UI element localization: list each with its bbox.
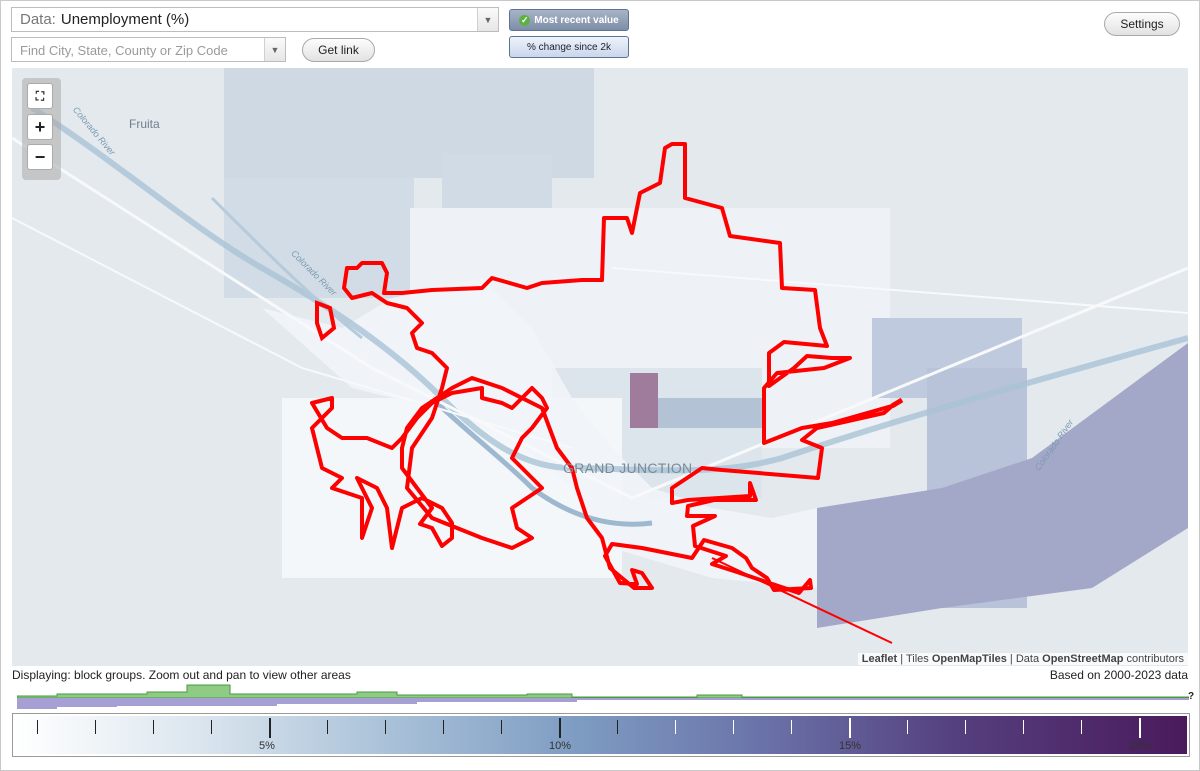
mode-percent-change-button[interactable]: % change since 2k <box>509 36 629 58</box>
distribution-histogram <box>17 684 1189 709</box>
legend-tick <box>37 720 38 734</box>
map-canvas <box>12 68 1188 644</box>
legend-tick <box>501 720 502 734</box>
legend-tick <box>327 720 328 734</box>
legend-tick-label: 10% <box>549 740 572 752</box>
map-view[interactable]: Colorado River Colorado River Colorado R… <box>12 68 1188 666</box>
mode-most-recent-button[interactable]: ✓ Most recent value <box>509 9 629 31</box>
help-icon[interactable]: ? <box>1188 691 1194 702</box>
zoom-out-button[interactable]: − <box>27 144 53 170</box>
zoom-control: ⛶ + − <box>22 78 61 180</box>
chevron-down-icon[interactable]: ▼ <box>477 8 498 31</box>
map-region <box>442 153 552 213</box>
settings-button[interactable]: Settings <box>1104 12 1180 36</box>
legend-tick <box>1023 720 1024 734</box>
color-legend: 5% 10% 15% 20% <box>12 713 1190 757</box>
legend-tick-label: 5% <box>259 740 275 752</box>
legend-major-tick <box>269 718 271 738</box>
boundary-fragment <box>890 397 904 409</box>
legend-tick <box>443 720 444 734</box>
legend-tick-label: 15% <box>839 740 862 752</box>
openstreetmap-link[interactable]: OpenStreetMap <box>1042 653 1123 665</box>
legend-tick <box>385 720 386 734</box>
location-search[interactable]: ▼ <box>11 37 286 62</box>
legend-tick <box>733 720 734 734</box>
data-selector-label: Data: <box>20 11 56 28</box>
legend-tick <box>675 720 676 734</box>
map-region <box>652 398 762 428</box>
data-range-note: Based on 2000-2023 data <box>1049 668 1188 682</box>
legend-tick <box>907 720 908 734</box>
map-attribution: Leaflet | Tiles OpenMapTiles | Data Open… <box>857 653 1188 665</box>
chevron-down-icon[interactable]: ▼ <box>264 38 285 61</box>
place-label-fruita: Fruita <box>129 117 160 131</box>
color-ramp <box>15 716 1187 754</box>
histogram-national <box>17 698 1189 709</box>
legend-tick <box>617 720 618 734</box>
legend-major-tick <box>1139 718 1141 738</box>
legend-major-tick <box>849 718 851 738</box>
displaying-status: Displaying: block groups. Zoom out and p… <box>12 668 351 682</box>
legend-major-tick <box>559 718 561 738</box>
fullscreen-icon: ⛶ <box>35 88 45 103</box>
zoom-in-button[interactable]: + <box>27 114 53 140</box>
legend-tick <box>211 720 212 734</box>
mode-most-recent-label: Most recent value <box>534 14 619 26</box>
legend-tick <box>153 720 154 734</box>
histogram-local <box>17 684 1189 699</box>
contributors-label: contributors <box>1126 653 1184 665</box>
tiles-label: Tiles <box>905 653 929 665</box>
place-label-grand-junction: GRAND JUNCTION <box>563 460 693 476</box>
legend-tick <box>1081 720 1082 734</box>
openmaptiles-link[interactable]: OpenMapTiles <box>932 653 1007 665</box>
data-selector[interactable]: Data: Unemployment (%) ▼ <box>11 7 499 32</box>
location-search-input[interactable] <box>12 38 267 62</box>
leaflet-link[interactable]: Leaflet <box>862 653 897 665</box>
legend-tick <box>791 720 792 734</box>
legend-tick-label: 20% <box>1129 740 1152 752</box>
map-region-high <box>630 373 658 428</box>
data-label: Data <box>1015 653 1040 665</box>
check-icon: ✓ <box>519 14 531 26</box>
legend-tick <box>965 720 966 734</box>
legend-tick <box>95 720 96 734</box>
fullscreen-button[interactable]: ⛶ <box>27 83 53 109</box>
data-selector-value: Unemployment (%) <box>60 11 190 28</box>
get-link-button[interactable]: Get link <box>302 38 375 62</box>
